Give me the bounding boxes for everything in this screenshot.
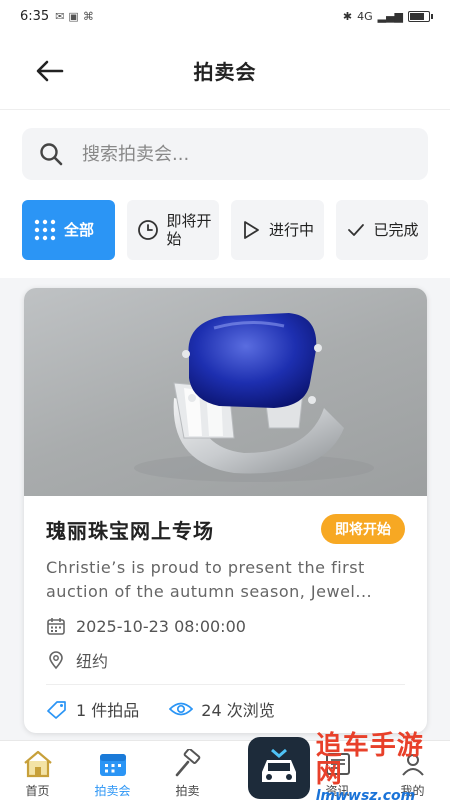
auction-datetime: 2025-10-23 08:00:00 — [76, 616, 246, 636]
filter-upcoming[interactable]: 即将开始 — [126, 200, 220, 260]
filter-upcoming-label: 即将开始 — [166, 212, 212, 248]
search-box[interactable] — [22, 128, 428, 180]
car-logo-icon — [248, 737, 310, 799]
tab-auctions[interactable]: 拍卖会 — [78, 749, 148, 799]
views-count-label: 24 次浏览 — [201, 701, 275, 720]
filter-ongoing[interactable]: 进行中 — [231, 200, 324, 260]
auction-card[interactable]: 瑰丽珠宝网上专场 即将开始 Christie’s is proud to pre… — [24, 288, 427, 733]
battery-icon — [408, 10, 433, 22]
grid-icon — [34, 219, 56, 241]
app-header: 拍卖会 — [0, 32, 450, 110]
status-left: 6:35 ✉ ▣ ⌘ — [20, 9, 94, 24]
message-icon: ✉ — [55, 9, 65, 23]
tab-auctions-label: 拍卖会 — [94, 784, 131, 798]
auction-title: 瑰丽珠宝网上专场 — [46, 518, 214, 543]
calendar-icon — [47, 618, 65, 635]
clock-icon — [137, 220, 158, 240]
search-input[interactable] — [82, 143, 402, 165]
auction-datetime-row: 2025-10-23 08:00:00 — [46, 614, 405, 638]
auction-description: Christie’s is proud to present the first… — [46, 558, 373, 601]
location-pin-icon — [49, 651, 63, 670]
search-icon — [40, 143, 63, 166]
tab-bidding[interactable]: 拍卖 — [153, 749, 223, 799]
filter-chips: 全部 即将开始 进行中 已完成 — [0, 198, 450, 278]
card-title-row: 瑰丽珠宝网上专场 即将开始 — [46, 512, 405, 546]
page-title: 拍卖会 — [193, 60, 257, 84]
status-right: ✱ 4G ▂▄▆ — [342, 9, 433, 23]
back-arrow-icon — [36, 60, 64, 82]
chat-icon: ▣ — [68, 9, 79, 23]
sapphire-ring-image — [134, 313, 374, 482]
watermark-url: lmwwsz.com — [315, 788, 416, 800]
back-button[interactable] — [30, 56, 70, 86]
auction-location: 纽约 — [76, 652, 109, 671]
filter-completed-label: 已完成 — [373, 221, 419, 239]
filter-completed[interactable]: 已完成 — [335, 200, 428, 260]
play-icon — [244, 221, 259, 239]
notification-icons: ✉ ▣ ⌘ — [55, 10, 94, 23]
home-icon — [23, 750, 52, 778]
search-section — [0, 110, 450, 198]
network-label: 4G — [357, 9, 373, 23]
filter-all[interactable]: 全部 — [22, 200, 115, 260]
site-watermark: 追车手游网 lmwwsz.com — [248, 732, 450, 800]
tag-icon — [47, 701, 66, 719]
lots-count: 1 件拍品 — [46, 697, 139, 721]
auction-image — [24, 288, 427, 496]
views-count: 24 次浏览 — [169, 697, 275, 721]
lots-count-label: 1 件拍品 — [76, 701, 140, 720]
status-time: 6:35 — [20, 8, 50, 24]
filter-ongoing-label: 进行中 — [269, 221, 315, 239]
check-icon — [347, 224, 364, 236]
card-body: 瑰丽珠宝网上专场 即将开始 Christie’s is proud to pre… — [24, 496, 427, 733]
tab-home-label: 首页 — [25, 784, 50, 798]
bluetooth-icon: ✱ — [342, 9, 353, 23]
signal-icon: ▂▄▆ — [377, 9, 403, 23]
eye-icon — [169, 702, 194, 716]
tab-home[interactable]: 首页 — [3, 749, 73, 799]
status-bar: 6:35 ✉ ▣ ⌘ ✱ 4G ▂▄▆ — [0, 0, 450, 32]
filter-all-label: 全部 — [64, 221, 95, 239]
hammer-icon — [175, 749, 200, 777]
nfc-icon: ⌘ — [82, 9, 94, 23]
calendar-icon — [99, 754, 126, 776]
watermark-text: 追车手游网 lmwwsz.com — [316, 732, 450, 800]
status-badge: 即将开始 — [321, 514, 405, 544]
watermark-cn: 追车手游网 — [315, 731, 424, 789]
auction-stats: 1 件拍品 24 次浏览 — [46, 685, 405, 733]
tab-bidding-label: 拍卖 — [175, 784, 200, 798]
auction-location-row: 纽约 — [46, 648, 405, 672]
